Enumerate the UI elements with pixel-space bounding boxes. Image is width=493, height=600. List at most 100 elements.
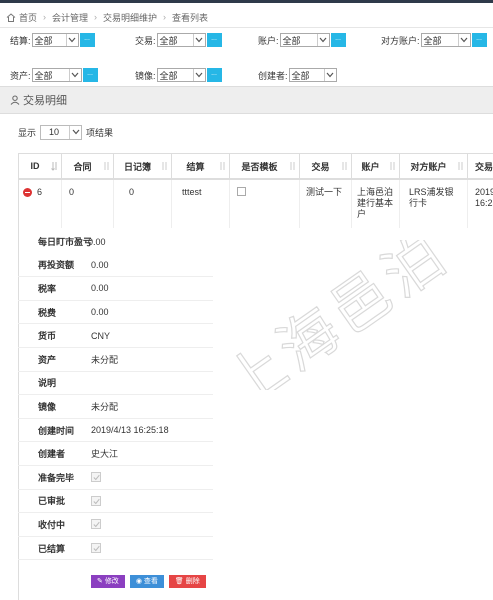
settled-checkbox[interactable]	[91, 543, 101, 554]
page-size-value: 10	[49, 127, 60, 137]
column-header-journal[interactable]: 日记簿	[114, 154, 172, 178]
table-row[interactable]: 6 0 0 tttest 测试一下 上海邑泊建行基本户 LRS浦发银行卡 201…	[19, 180, 493, 228]
column-header-counterparty[interactable]: 对方账户	[400, 154, 468, 178]
detail-label: 收付中	[38, 519, 66, 530]
detail-label: 准备完毕	[38, 472, 75, 483]
delete-label: 删除	[185, 578, 200, 585]
column-header-transaction[interactable]: 交易	[300, 154, 352, 178]
detail-row: 镜像 未分配	[18, 395, 213, 419]
filter-account-value: 全部	[282, 35, 301, 46]
filter-settlement: 结算: 全部 ...	[10, 32, 95, 48]
section-header: 交易明细	[0, 86, 493, 114]
detail-row: 收付中	[18, 513, 213, 537]
column-header-settlement[interactable]: 结算	[172, 154, 230, 178]
filter-transaction-select[interactable]: 全部	[156, 33, 206, 47]
view-button[interactable]: ◉ 查看	[129, 575, 164, 588]
divider	[0, 27, 493, 28]
detail-value: CNY	[91, 330, 111, 341]
in-payment-checkbox[interactable]	[91, 519, 101, 530]
column-header-contract[interactable]: 合同	[62, 154, 114, 178]
filter-account-button[interactable]: ...	[330, 33, 346, 47]
column-header-account[interactable]: 账户	[352, 154, 400, 178]
chevron-down-icon	[192, 34, 205, 46]
filter-asset-select[interactable]: 全部	[31, 68, 82, 82]
check-icon	[93, 545, 100, 552]
detail-label: 税费	[38, 307, 57, 318]
sort-icon	[104, 162, 109, 170]
chevron-down-icon	[69, 125, 81, 139]
filter-transaction-label: 交易:	[135, 35, 156, 46]
detail-row: 每日盯市盈亏 0.00	[18, 230, 213, 254]
detail-label: 货币	[38, 331, 57, 342]
column-header-label: 是否模板	[241, 161, 278, 172]
detail-row: 已结算	[18, 537, 213, 561]
detail-row: 说明	[18, 372, 213, 396]
detail-value: 0.00	[88, 236, 106, 247]
detail-label: 说明	[38, 378, 57, 389]
ready-checkbox[interactable]	[91, 472, 101, 483]
delete-button[interactable]: 🗑 删除	[168, 575, 206, 588]
view-label: 查看	[143, 578, 158, 585]
filter-transaction: 交易: 全部 ...	[135, 32, 222, 48]
column-header-label: 日记簿	[123, 161, 151, 172]
cell-contract: 0	[62, 180, 114, 228]
filter-mirror-button[interactable]: ...	[206, 68, 222, 82]
detail-label: 已审批	[38, 496, 66, 507]
approved-checkbox[interactable]	[91, 495, 101, 506]
filter-counterparty-value: 全部	[423, 35, 442, 46]
breadcrumb-accounting[interactable]: 会计管理	[52, 11, 88, 24]
row-actions: ✎ 修改 ◉ 查看 🗑 删除	[91, 575, 206, 588]
filter-creator-select[interactable]: 全部	[288, 68, 337, 82]
breadcrumb-home[interactable]: 首页	[19, 11, 37, 24]
breadcrumb-separator: ›	[43, 12, 47, 22]
filter-asset-value: 全部	[34, 70, 53, 81]
page-size-control: 显示 10 项结果	[18, 124, 113, 140]
detail-row: 创建者 史大江	[18, 442, 213, 466]
column-header-is-template[interactable]: 是否模板	[230, 154, 300, 178]
edit-button[interactable]: ✎ 修改	[91, 575, 125, 588]
filter-settlement-value: 全部	[34, 35, 53, 46]
filter-creator-label: 创建者:	[258, 70, 288, 81]
column-header-label: 结算	[186, 161, 205, 172]
sort-icon	[290, 162, 295, 170]
filter-mirror-label: 镜像:	[135, 70, 156, 81]
cell-counterparty: LRS浦发银行卡	[400, 180, 468, 228]
sort-icon	[220, 162, 225, 170]
filter-settlement-button[interactable]: ...	[79, 33, 95, 47]
check-icon	[93, 522, 100, 528]
filter-transaction-button[interactable]: ...	[206, 33, 222, 47]
home-icon[interactable]	[6, 12, 16, 22]
cell-id-value: 6	[37, 187, 43, 197]
detail-row: 准备完毕	[18, 466, 213, 490]
filter-account-select[interactable]: 全部	[279, 33, 330, 47]
detail-label: 已结算	[38, 543, 66, 554]
collapse-icon[interactable]	[23, 188, 32, 198]
detail-label: 创建者	[38, 449, 66, 460]
filter-mirror-select[interactable]: 全部	[156, 68, 206, 82]
filter-counterparty-select[interactable]: 全部	[420, 33, 471, 47]
column-header-label: 账户	[361, 161, 380, 172]
column-header-transaction-time[interactable]: 交易	[468, 154, 493, 178]
eye-icon: ◉	[135, 578, 144, 585]
filter-counterparty-button[interactable]: ...	[471, 33, 487, 47]
breadcrumb-separator: ›	[94, 12, 98, 22]
column-header-id[interactable]: ID	[19, 154, 62, 178]
detail-value: 0.00	[91, 259, 109, 270]
filter-account-label: 账户:	[258, 35, 279, 46]
check-icon	[93, 475, 100, 481]
filter-settlement-label: 结算:	[10, 35, 31, 46]
breadcrumb-transaction-detail[interactable]: 交易明细维护	[103, 11, 157, 24]
edit-label: 修改	[104, 578, 119, 585]
sort-icon	[162, 162, 167, 170]
sort-icon	[51, 162, 57, 171]
template-checkbox[interactable]	[237, 187, 246, 196]
filter-settlement-select[interactable]: 全部	[31, 33, 79, 47]
detail-value: 未分配	[91, 401, 119, 412]
chevron-down-icon	[323, 69, 336, 81]
page-size-select[interactable]: 10	[40, 124, 83, 140]
detail-row: 创建时间 2019/4/13 16:25:18	[18, 419, 213, 443]
detail-label: 每日盯市盈亏	[38, 237, 93, 248]
filter-asset-button[interactable]: ...	[82, 68, 98, 82]
cell-transaction-time: 2019/4/13 16:25	[468, 180, 493, 228]
show-label: 显示	[18, 127, 37, 138]
